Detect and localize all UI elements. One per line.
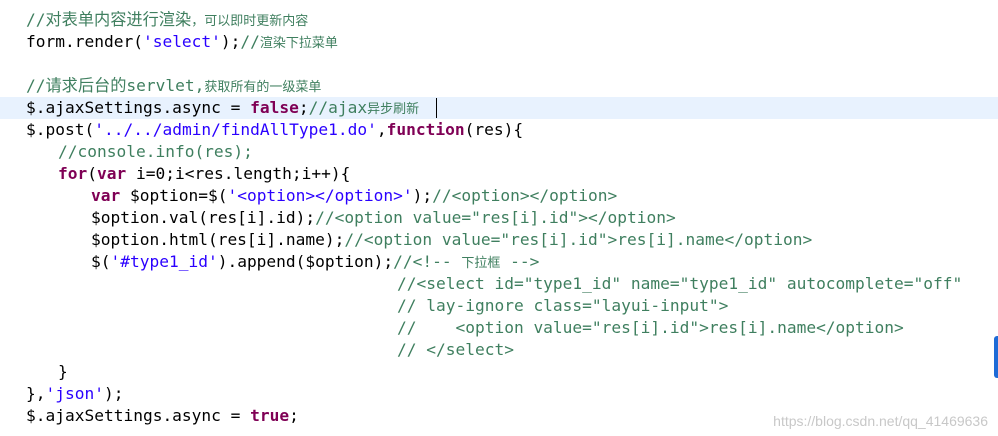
code-token: ); xyxy=(220,32,241,51)
code-line[interactable]: $option.html(res[i].name);//<option valu… xyxy=(0,229,998,251)
code-token: true xyxy=(250,406,290,425)
code-token: // xyxy=(240,32,260,51)
code-token: // </select> xyxy=(397,340,514,359)
code-token: var xyxy=(91,186,121,205)
code-token: } xyxy=(58,362,68,381)
code-token: '#type1_id' xyxy=(110,252,218,271)
code-token: ); xyxy=(412,186,433,205)
code-line[interactable]: } xyxy=(0,361,998,383)
code-editor[interactable]: //对表单内容进行渲染，可以即时更新内容 form.render('select'… xyxy=(0,0,998,436)
code-line[interactable] xyxy=(0,53,998,75)
code-line[interactable]: $.post('../../admin/findAllType1.do',fun… xyxy=(0,119,998,141)
code-token: 渲染下拉菜单 xyxy=(259,36,338,51)
code-token: //ajax xyxy=(308,98,368,117)
code-line[interactable]: // </select> xyxy=(0,339,998,361)
code-line[interactable]: },'json'); xyxy=(0,383,998,405)
code-token: 异步刷新 xyxy=(367,102,420,117)
code-token: //<!-- xyxy=(393,252,462,271)
code-token: //对表单内容进行渲染 xyxy=(26,10,192,29)
code-line[interactable]: $.ajaxSettings.async = false;//ajax异步刷新 xyxy=(0,97,998,119)
code-token: ，可以即时更新内容 xyxy=(191,14,309,29)
code-token: 下拉框 xyxy=(461,256,501,271)
code-token: --> xyxy=(500,252,540,271)
code-token: form.render( xyxy=(26,32,143,51)
code-token: ).append($option); xyxy=(217,252,394,271)
code-line[interactable]: $('#type1_id').append($option);//<!-- 下拉… xyxy=(0,251,998,273)
text-cursor xyxy=(436,98,437,118)
code-token: 'json' xyxy=(45,384,104,403)
code-token: // lay-ignore class="layui-input"> xyxy=(397,296,729,315)
code-token: 'select' xyxy=(142,32,221,51)
code-line[interactable]: //<select id="type1_id" name="type1_id" … xyxy=(0,273,998,295)
code-line[interactable]: for(var i=0;i<res.length;i++){ xyxy=(0,163,998,185)
code-token: ); xyxy=(103,384,124,403)
code-token: '../../admin/findAllType1.do' xyxy=(94,120,377,139)
code-token: //<option value="res[i].id">res[i].name<… xyxy=(344,230,813,249)
code-token: $option.val(res[i].id); xyxy=(91,208,316,227)
code-token: $.post( xyxy=(26,120,95,139)
code-line[interactable]: //请求后台的servlet,获取所有的一级菜单 xyxy=(0,75,998,97)
code-line[interactable]: $option.val(res[i].id);//<option value="… xyxy=(0,207,998,229)
code-token: function xyxy=(386,120,465,139)
code-token: (res){ xyxy=(464,120,524,139)
watermark: https://blog.csdn.net/qq_41469636 xyxy=(773,413,988,429)
overview-ruler-marker[interactable] xyxy=(994,336,998,378)
code-line[interactable]: //console.info(res); xyxy=(0,141,998,163)
code-line[interactable]: // lay-ignore class="layui-input"> xyxy=(0,295,998,317)
code-token: //console.info(res); xyxy=(58,142,253,161)
code-line[interactable]: // <option value="res[i].id">res[i].name… xyxy=(0,317,998,339)
code-token: //<option value="res[i].id"></option> xyxy=(315,208,676,227)
code-token: 获取所有的一级菜单 xyxy=(204,80,322,95)
code-token: }, xyxy=(26,384,46,403)
code-token: $( xyxy=(91,252,111,271)
code-line[interactable]: //对表单内容进行渲染，可以即时更新内容 xyxy=(0,9,998,31)
code-token: $.ajaxSettings.async = xyxy=(26,406,251,425)
code-token: , xyxy=(376,120,387,139)
code-token: //<option></option> xyxy=(432,186,618,205)
code-line[interactable]: var $option=$('<option></option>');//<op… xyxy=(0,185,998,207)
code-token: ; xyxy=(298,98,309,117)
code-token: i=0;i<res.length;i++){ xyxy=(126,164,351,183)
code-line[interactable]: form.render('select');//渲染下拉菜单 xyxy=(0,31,998,53)
code-token: //请求后台的servlet, xyxy=(26,76,205,95)
code-token: ; xyxy=(289,406,299,425)
code-token: ( xyxy=(87,164,97,183)
code-token: for xyxy=(58,164,88,183)
code-token: var xyxy=(97,164,127,183)
code-token: $option.html(res[i].name); xyxy=(91,230,345,249)
code-token: false xyxy=(250,98,299,117)
code-token: // <option value="res[i].id">res[i].name… xyxy=(397,318,904,337)
code-token: '<option></option>' xyxy=(227,186,413,205)
code-token: //<select id="type1_id" name="type1_id" … xyxy=(397,274,963,293)
code-token: $option=$( xyxy=(120,186,228,205)
code-token: $.ajaxSettings.async = xyxy=(26,98,251,117)
